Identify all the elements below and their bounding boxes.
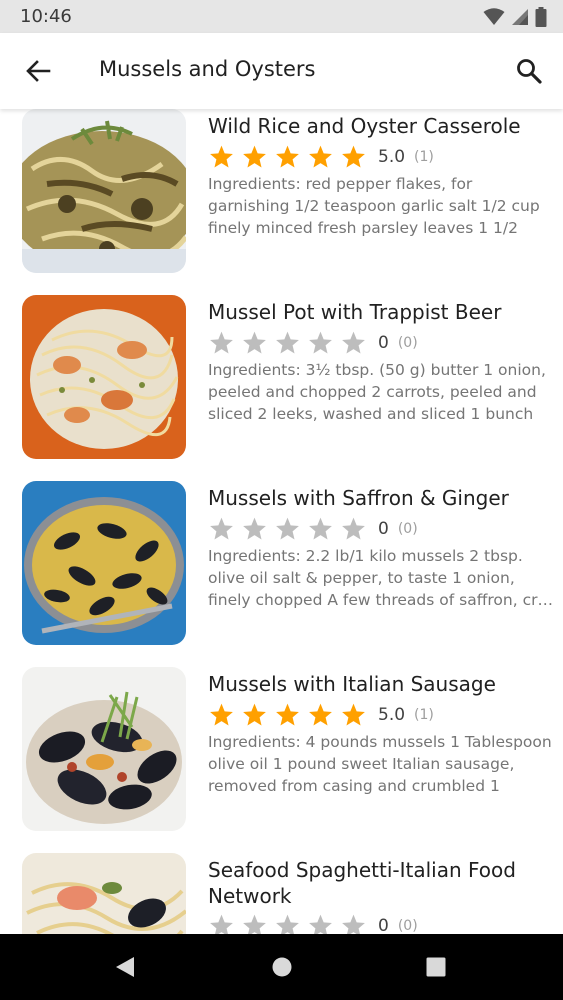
search-button[interactable] <box>509 53 549 89</box>
star-icon <box>276 703 299 726</box>
star-icon <box>210 517 233 540</box>
recipe-image[interactable] <box>22 853 186 934</box>
star-icon <box>276 914 299 934</box>
nav-recents-icon <box>426 957 446 977</box>
recipe-image[interactable] <box>22 295 186 459</box>
star-icon <box>243 517 266 540</box>
page-title: Mussels and Oysters <box>99 57 316 81</box>
system-nav-bar <box>0 934 563 1000</box>
rating-value: 0 <box>378 333 389 353</box>
star-icon <box>309 331 332 354</box>
rating-row: 5.0 (1) <box>207 702 434 728</box>
nav-back-icon <box>116 957 134 977</box>
app-bar: Mussels and Oysters <box>0 33 563 109</box>
recipe-ingredients: Ingredients: 3½ tbsp. (50 g) butter 1 on… <box>208 361 546 423</box>
rating-count: (0) <box>397 335 418 351</box>
star-icon <box>342 914 365 934</box>
recipe-title[interactable]: Mussel Pot with Trappist Beer <box>208 299 548 325</box>
recipe-item[interactable]: Mussel Pot with Trappist Beer 0 (0) Ingr… <box>0 295 563 481</box>
star-icon <box>342 145 365 168</box>
recipe-title[interactable]: Mussels with Saffron & Ginger <box>208 485 548 511</box>
recipe-item[interactable]: Wild Rice and Oyster Casserole 5.0 (1) I… <box>0 109 563 295</box>
star-icon <box>309 145 332 168</box>
rating-stars <box>207 144 368 170</box>
recipe-item[interactable]: Mussels with Saffron & Ginger 0 (0) Ingr… <box>0 481 563 667</box>
star-icon <box>276 145 299 168</box>
mussels-italian-sausage-photo <box>22 667 186 831</box>
search-icon <box>517 59 542 84</box>
wild-rice-oyster-casserole-photo <box>22 109 186 273</box>
rating-row: 0 (0) <box>207 330 418 356</box>
recipe-image[interactable] <box>22 667 186 831</box>
star-icon <box>210 914 233 934</box>
recipe-ingredients: Ingredients: red pepper flakes, for garn… <box>208 175 540 237</box>
star-icon <box>210 145 233 168</box>
rating-stars <box>207 702 368 728</box>
recipe-ingredients: Ingredients: 2.2 lb/1 kilo mussels 2 tbs… <box>208 547 553 609</box>
recipe-title[interactable]: Seafood Spaghetti-Italian Food Network <box>208 857 548 909</box>
star-icon <box>210 703 233 726</box>
rating-count: (1) <box>414 707 434 723</box>
recipe-title[interactable]: Mussels with Italian Sausage <box>208 671 548 697</box>
star-icon <box>243 145 266 168</box>
mussels-saffron-ginger-photo <box>22 481 186 645</box>
nav-back-button[interactable] <box>110 954 140 980</box>
back-button[interactable] <box>18 53 58 89</box>
star-icon <box>276 517 299 540</box>
rating-row: 0 (0) <box>207 516 418 542</box>
star-icon <box>210 331 233 354</box>
arrow-left-icon <box>26 60 51 82</box>
signal-icon <box>512 9 528 25</box>
star-icon <box>342 703 365 726</box>
mussel-pot-photo <box>22 295 186 459</box>
status-time: 10:46 <box>20 6 72 27</box>
nav-recents-button[interactable] <box>421 954 451 980</box>
recipe-item[interactable]: Mussels with Italian Sausage 5.0 (1) Ing… <box>0 667 563 853</box>
status-icons <box>483 6 547 28</box>
recipe-title[interactable]: Wild Rice and Oyster Casserole <box>208 113 548 139</box>
rating-value: 5.0 <box>378 705 406 725</box>
star-icon <box>342 331 365 354</box>
star-icon <box>309 914 332 934</box>
recipe-item[interactable]: Seafood Spaghetti-Italian Food Network 0… <box>0 853 563 934</box>
star-icon <box>243 914 266 934</box>
star-icon <box>309 703 332 726</box>
rating-stars <box>207 516 368 542</box>
star-icon <box>276 331 299 354</box>
wifi-icon <box>483 8 505 25</box>
recipe-image[interactable] <box>22 481 186 645</box>
recipe-ingredients: Ingredients: 4 pounds mussels 1 Tablespo… <box>208 733 552 795</box>
status-bar: 10:46 <box>0 0 563 33</box>
rating-stars <box>207 913 368 934</box>
rating-value: 0 <box>378 916 389 934</box>
star-icon <box>243 703 266 726</box>
rating-row: 0 (0) <box>207 913 418 934</box>
star-icon <box>342 517 365 540</box>
seafood-spaghetti-photo <box>22 853 186 934</box>
battery-icon <box>535 7 547 27</box>
rating-count: (1) <box>414 149 434 165</box>
rating-value: 5.0 <box>378 147 406 167</box>
recipe-list[interactable]: Wild Rice and Oyster Casserole 5.0 (1) I… <box>0 109 563 934</box>
nav-home-icon <box>272 957 292 977</box>
nav-home-button[interactable] <box>267 954 297 980</box>
rating-stars <box>207 330 368 356</box>
rating-count: (0) <box>397 918 418 934</box>
rating-count: (0) <box>397 521 418 537</box>
star-icon <box>309 517 332 540</box>
rating-row: 5.0 (1) <box>207 144 434 170</box>
star-icon <box>243 331 266 354</box>
rating-value: 0 <box>378 519 389 539</box>
recipe-image[interactable] <box>22 109 186 273</box>
